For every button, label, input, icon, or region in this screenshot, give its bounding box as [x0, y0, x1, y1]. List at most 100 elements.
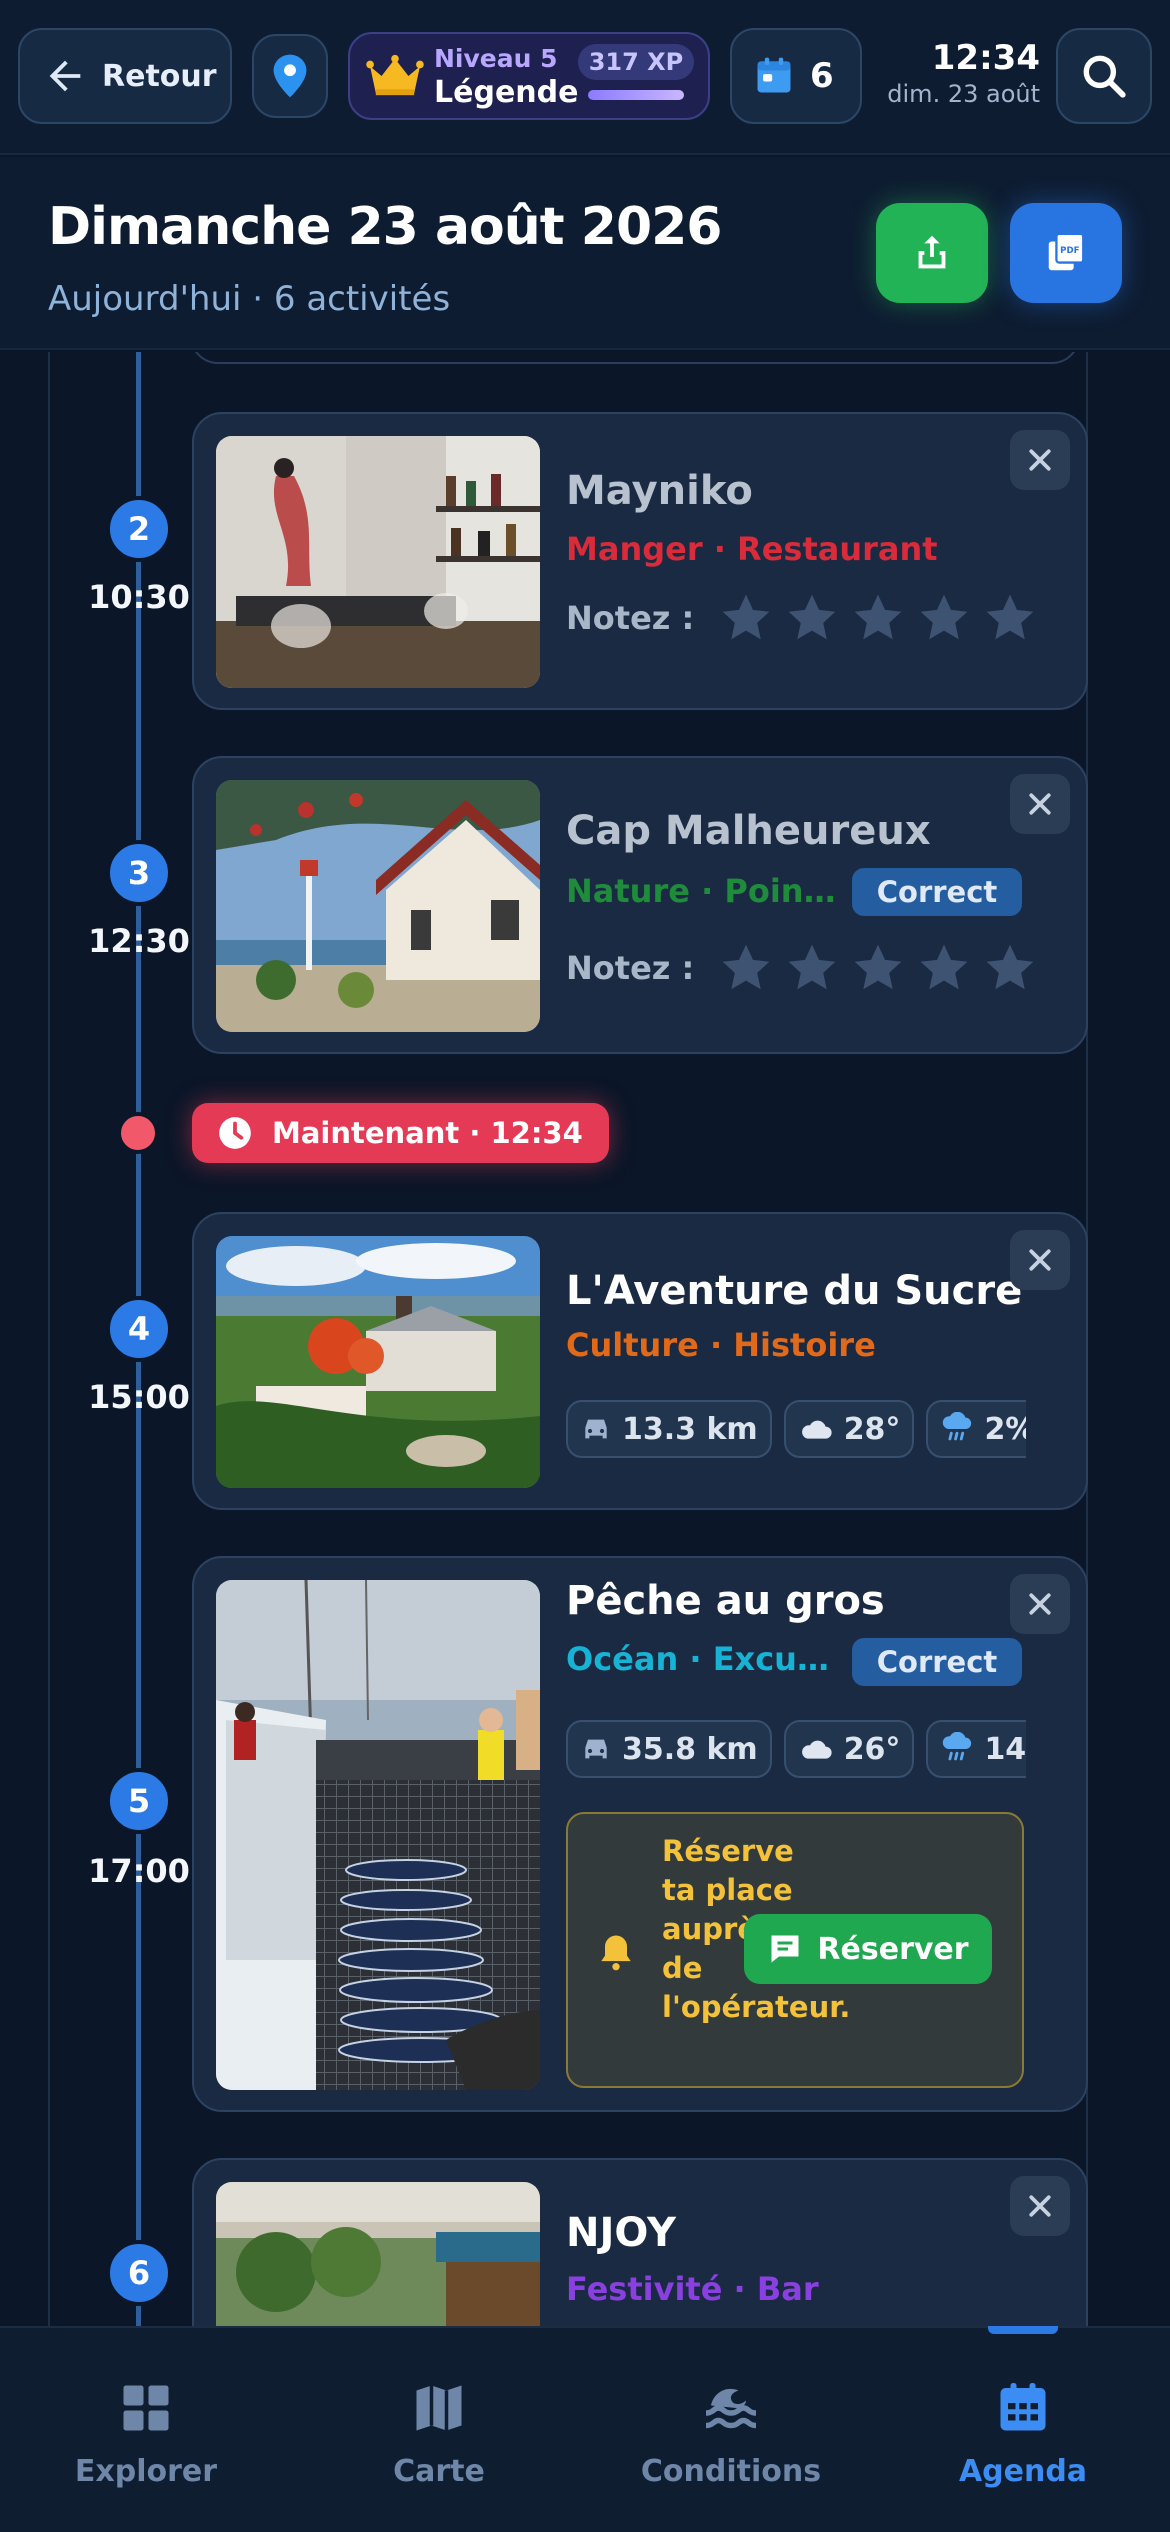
- level-label: Niveau 5: [434, 44, 558, 73]
- activity-name: Pêche au gros: [566, 1578, 885, 1624]
- rating-label: Notez :: [566, 599, 695, 637]
- rain-chip: 14%: [926, 1720, 1026, 1778]
- weather-chip: 26°: [783, 1720, 915, 1778]
- active-tab-indicator: [988, 2326, 1058, 2334]
- remove-activity-button[interactable]: [1010, 1574, 1070, 1634]
- rating-row: Notez :: [566, 590, 1048, 646]
- star-icon[interactable]: [982, 590, 1038, 646]
- activity-category: Nature · Point ...: [566, 872, 836, 910]
- activity-card-aventure-du-sucre[interactable]: L'Aventure du Sucre Culture · Histoire 1…: [192, 1212, 1088, 1510]
- activity-category: Festivité · Bar: [566, 2270, 819, 2308]
- back-label: Retour: [102, 58, 217, 94]
- bottom-navigation: Explorer Carte Conditions Agenda: [0, 2326, 1170, 2532]
- timeline-time: 10:30: [88, 578, 190, 616]
- activity-photo: [216, 1236, 540, 1488]
- star-icon[interactable]: [850, 940, 906, 996]
- nav-label: Carte: [393, 2454, 485, 2489]
- activity-info-chips: 13.3 km 28° 2%: [566, 1400, 1026, 1458]
- activity-card-peche-au-gros[interactable]: Pêche au gros Océan · Excur... Correct 3…: [192, 1556, 1088, 2112]
- car-icon: [585, 1739, 607, 1759]
- remove-activity-button[interactable]: [1010, 774, 1070, 834]
- previous-card-edge: [190, 352, 1080, 364]
- activity-name: Cap Malheureux: [566, 808, 931, 854]
- cloud-icon: [801, 1420, 832, 1439]
- nav-conditions[interactable]: Conditions: [616, 2378, 846, 2489]
- timeline-time: 15:00: [88, 1378, 190, 1416]
- cloud-icon: [801, 1740, 832, 1759]
- level-badge[interactable]: Niveau 5 Légende 317 XP: [348, 32, 710, 120]
- rain-icon: [943, 1732, 972, 1761]
- activity-card-njoy[interactable]: NJOY Festivité · Bar: [192, 2158, 1088, 2326]
- nav-explorer[interactable]: Explorer: [31, 2378, 261, 2489]
- share-icon: [918, 235, 946, 269]
- remove-activity-button[interactable]: [1010, 430, 1070, 490]
- day-subtitle: Aujourd'hui · 6 activités: [48, 279, 451, 319]
- rain-value: 2%: [984, 1411, 1026, 1447]
- remove-activity-button[interactable]: [1010, 1230, 1070, 1290]
- activity-name: L'Aventure du Sucre: [566, 1268, 1023, 1314]
- weather-chip: 28°: [783, 1400, 915, 1458]
- day-header: Dimanche 23 août 2026 Aujourd'hui · 6 ac…: [0, 157, 1170, 350]
- activity-category: Manger · Restaurant: [566, 530, 938, 568]
- clock-date: dim. 23 août: [887, 80, 1040, 108]
- close-icon: [1029, 449, 1051, 471]
- waves-icon: [705, 2388, 757, 2429]
- clock: 12:34 dim. 23 août: [880, 38, 1040, 108]
- activity-card-cap-malheureux[interactable]: Cap Malheureux Nature · Point ... Correc…: [192, 756, 1088, 1054]
- timeline-node: 6: [106, 2240, 172, 2306]
- activity-name: Mayniko: [566, 468, 753, 514]
- activity-photo: [216, 780, 540, 1032]
- rain-chip: 2%: [926, 1400, 1026, 1458]
- close-icon: [1029, 2195, 1051, 2217]
- calendar-icon: [757, 57, 791, 93]
- rain-icon: [943, 1412, 972, 1441]
- share-button[interactable]: [876, 203, 988, 303]
- calendar-count: 6: [810, 56, 834, 96]
- rain-value: 14%: [984, 1731, 1026, 1767]
- nav-agenda[interactable]: Agenda: [908, 2378, 1138, 2489]
- reserve-button[interactable]: Réserver: [744, 1914, 992, 1984]
- agenda-timeline[interactable]: 2 10:30 Mayniko Manger · Restaurant Note…: [0, 352, 1170, 2326]
- timeline-time: 12:30: [88, 922, 190, 960]
- distance-chip: 35.8 km: [566, 1720, 772, 1778]
- page-title: Dimanche 23 août 2026: [48, 197, 722, 257]
- svg-text:PDF: PDF: [1060, 246, 1079, 256]
- close-icon: [1029, 793, 1051, 815]
- activity-category: Culture · Histoire: [566, 1326, 876, 1364]
- pdf-export-button[interactable]: PDF: [1010, 203, 1122, 303]
- rating-label: Notez :: [566, 949, 695, 987]
- star-icon[interactable]: [916, 590, 972, 646]
- now-marker: Maintenant · 12:34: [192, 1103, 609, 1163]
- now-marker-dot: [117, 1112, 159, 1154]
- calendar-count-button[interactable]: 6: [730, 28, 862, 124]
- clock-icon: [219, 1117, 251, 1149]
- star-icon[interactable]: [784, 590, 840, 646]
- car-icon: [585, 1419, 607, 1439]
- star-icon[interactable]: [916, 940, 972, 996]
- remove-activity-button[interactable]: [1010, 2176, 1070, 2236]
- location-button[interactable]: [252, 34, 328, 118]
- search-button[interactable]: [1056, 28, 1152, 124]
- back-button[interactable]: Retour: [18, 28, 232, 124]
- activity-photo: [216, 436, 540, 688]
- message-icon: [771, 1935, 799, 1963]
- star-icon[interactable]: [784, 940, 840, 996]
- clock-time: 12:34: [931, 38, 1040, 78]
- star-icon[interactable]: [718, 940, 774, 996]
- search-icon: [1083, 55, 1126, 98]
- star-icon[interactable]: [982, 940, 1038, 996]
- status-badge: Correct: [852, 868, 1022, 916]
- star-icon[interactable]: [850, 590, 906, 646]
- location-pin-icon: [273, 54, 307, 98]
- activity-card-mayniko[interactable]: Mayniko Manger · Restaurant Notez :: [192, 412, 1088, 710]
- nav-label: Agenda: [958, 2454, 1088, 2489]
- grid-icon: [123, 2385, 169, 2431]
- rating-row: Notez :: [566, 940, 1048, 996]
- timeline-node: 4: [106, 1296, 172, 1362]
- rank-label: Légende: [434, 75, 579, 110]
- star-icon[interactable]: [718, 590, 774, 646]
- booking-reminder: Réserve ta place auprès de l'opérateur. …: [566, 1812, 1024, 2088]
- pdf-icon: PDF: [1048, 232, 1085, 271]
- nav-carte[interactable]: Carte: [324, 2378, 554, 2489]
- distance-chip: 13.3 km: [566, 1400, 772, 1458]
